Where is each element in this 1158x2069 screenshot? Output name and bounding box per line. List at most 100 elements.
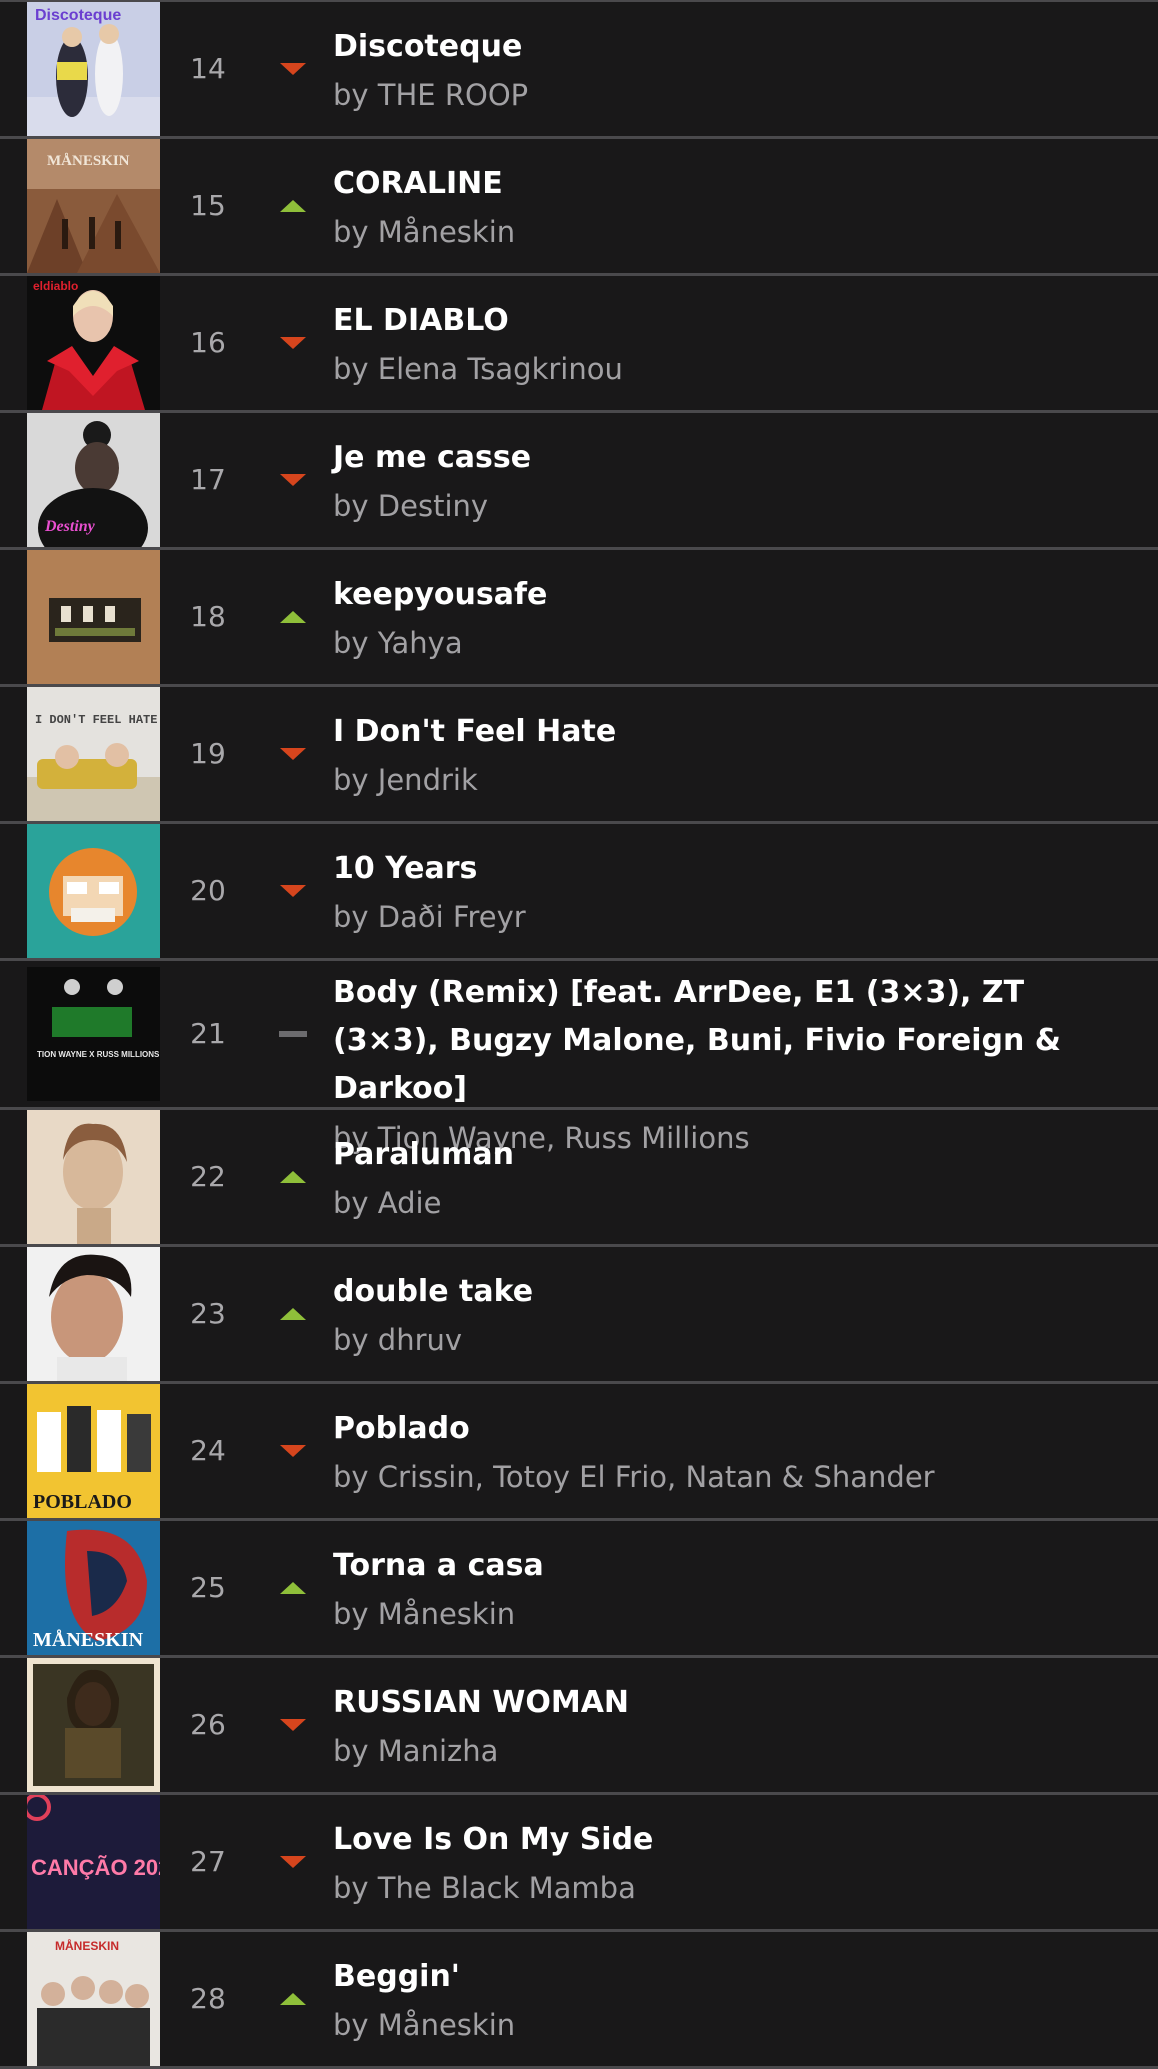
track-row[interactable]: 23 double take by dhruv <box>0 1247 1158 1384</box>
cover-text: Destiny <box>44 518 96 535</box>
album-cover: POBLADO <box>27 1384 160 1518</box>
track-title: keepyousafe <box>333 577 548 612</box>
track-row[interactable]: MÅNESKIN 15 CORALINE by Måneskin <box>0 139 1158 276</box>
track-artist: by Elena Tsagkrinou <box>333 352 623 386</box>
trend-down-icon <box>278 1795 308 1929</box>
cover-text: MÅNESKIN <box>33 1628 144 1651</box>
track-artist: by Crissin, Totoy El Frio, Natan & Shand… <box>333 1460 935 1494</box>
trend-up-icon <box>278 1932 308 2066</box>
album-cover <box>27 550 160 684</box>
track-row[interactable]: MÅNESKIN 28 Beggin' by Måneskin <box>0 1932 1158 2069</box>
rank-number: 28 <box>190 1982 226 2015</box>
album-cover: I DON'T FEEL HATE <box>27 687 160 821</box>
track-artist: by Måneskin <box>333 2008 516 2042</box>
rank-number: 27 <box>190 1845 226 1878</box>
album-cover: MÅNESKIN <box>27 1521 160 1655</box>
track-row[interactable]: Discoteque 14 Discoteque by THE ROOP <box>0 0 1158 139</box>
track-row[interactable]: Destiny 17 Je me casse by Destiny <box>0 413 1158 550</box>
track-row[interactable]: CANÇÃO 2021 27 Love Is On My Side by The… <box>0 1795 1158 1932</box>
track-title: 10 Years <box>333 851 478 886</box>
rank-number: 15 <box>190 189 226 222</box>
trend-up-icon <box>278 1247 308 1381</box>
track-row[interactable]: TION WAYNE X RUSS MILLIONS 21 Body (Remi… <box>0 961 1158 1155</box>
track-artist: by Daði Freyr <box>333 900 526 934</box>
track-title: Paraluman <box>333 1137 514 1172</box>
track-title: Love Is On My Side <box>333 1822 654 1857</box>
cover-text: MÅNESKIN <box>55 1938 119 1953</box>
cover-text: CANÇÃO 2021 <box>31 1855 160 1880</box>
album-cover: Destiny <box>27 413 160 547</box>
cover-text: eldiablo <box>33 279 78 293</box>
track-artist: by Yahya <box>333 626 463 660</box>
track-title: Je me casse <box>333 440 532 475</box>
track-artist: by Destiny <box>333 489 489 523</box>
album-cover <box>27 1110 160 1244</box>
album-cover: MÅNESKIN <box>27 139 160 273</box>
trend-up-icon <box>278 550 308 684</box>
track-title: double take <box>333 1274 534 1309</box>
chart-track-list: Discoteque 14 Discoteque by THE ROOP MÅN… <box>0 0 1158 2069</box>
rank-number: 24 <box>190 1434 226 1467</box>
track-row[interactable]: 26 RUSSIAN WOMAN by Manizha <box>0 1658 1158 1795</box>
rank-number: 26 <box>190 1708 226 1741</box>
album-cover <box>27 1658 160 1792</box>
track-title: Beggin' <box>333 1959 460 1994</box>
track-artist: by Adie <box>333 1186 442 1220</box>
rank-number: 20 <box>190 874 226 907</box>
track-title: CORALINE <box>333 166 503 201</box>
trend-down-icon <box>278 687 308 821</box>
track-title: Torna a casa <box>333 1548 544 1583</box>
rank-number: 16 <box>190 326 226 359</box>
rank-number: 18 <box>190 600 226 633</box>
trend-up-icon <box>278 1521 308 1655</box>
track-title: Poblado <box>333 1411 470 1446</box>
album-cover <box>27 1247 160 1381</box>
album-cover: eldiablo <box>27 276 160 410</box>
track-artist: by Manizha <box>333 1734 499 1768</box>
trend-unchanged-icon <box>278 961 308 1107</box>
track-row[interactable]: 22 Paraluman by Adie <box>0 1110 1158 1247</box>
track-title: Body (Remix) [feat. ArrDee, E1 (3×3), ZT… <box>333 975 1061 1106</box>
trend-down-icon <box>278 276 308 410</box>
rank-number: 14 <box>190 52 226 85</box>
rank-number: 19 <box>190 737 226 770</box>
track-artist: by Måneskin <box>333 215 516 249</box>
album-cover: MÅNESKIN <box>27 1932 160 2066</box>
track-row[interactable]: 18 keepyousafe by Yahya <box>0 550 1158 687</box>
rank-number: 17 <box>190 463 226 496</box>
trend-down-icon <box>278 2 308 136</box>
album-cover: TION WAYNE X RUSS MILLIONS <box>27 967 160 1101</box>
cover-text: I DON'T FEEL HATE <box>35 713 157 727</box>
cover-text: Discoteque <box>35 7 121 24</box>
track-title: RUSSIAN WOMAN <box>333 1685 630 1720</box>
track-row[interactable]: eldiablo 16 EL DIABLO by Elena Tsagkrino… <box>0 276 1158 413</box>
cover-text: MÅNESKIN <box>47 153 130 169</box>
album-cover: Discoteque <box>27 2 160 136</box>
track-row[interactable]: MÅNESKIN 25 Torna a casa by Måneskin <box>0 1521 1158 1658</box>
album-cover: CANÇÃO 2021 <box>27 1795 160 1929</box>
rank-number: 22 <box>190 1160 226 1193</box>
album-cover <box>27 824 160 958</box>
trend-up-icon <box>278 139 308 273</box>
trend-down-icon <box>278 1658 308 1792</box>
track-artist: by The Black Mamba <box>333 1871 636 1905</box>
track-artist: by THE ROOP <box>333 78 529 112</box>
track-row[interactable]: 20 10 Years by Daði Freyr <box>0 824 1158 961</box>
track-title: I Don't Feel Hate <box>333 714 617 749</box>
track-row[interactable]: POBLADO 24 Poblado by Crissin, Totoy El … <box>0 1384 1158 1521</box>
track-artist: by Jendrik <box>333 763 478 797</box>
trend-up-icon <box>278 1110 308 1244</box>
track-title: Discoteque <box>333 29 523 64</box>
cover-text: TION WAYNE X RUSS MILLIONS <box>37 1050 160 1059</box>
trend-down-icon <box>278 824 308 958</box>
trend-down-icon <box>278 413 308 547</box>
track-artist: by dhruv <box>333 1323 463 1357</box>
trend-down-icon <box>278 1384 308 1518</box>
cover-text: POBLADO <box>33 1491 132 1513</box>
rank-number: 23 <box>190 1297 226 1330</box>
track-row[interactable]: I DON'T FEEL HATE 19 I Don't Feel Hate b… <box>0 687 1158 824</box>
track-artist: by Måneskin <box>333 1597 516 1631</box>
rank-number: 21 <box>190 1017 226 1050</box>
track-title: EL DIABLO <box>333 303 509 338</box>
rank-number: 25 <box>190 1571 226 1604</box>
